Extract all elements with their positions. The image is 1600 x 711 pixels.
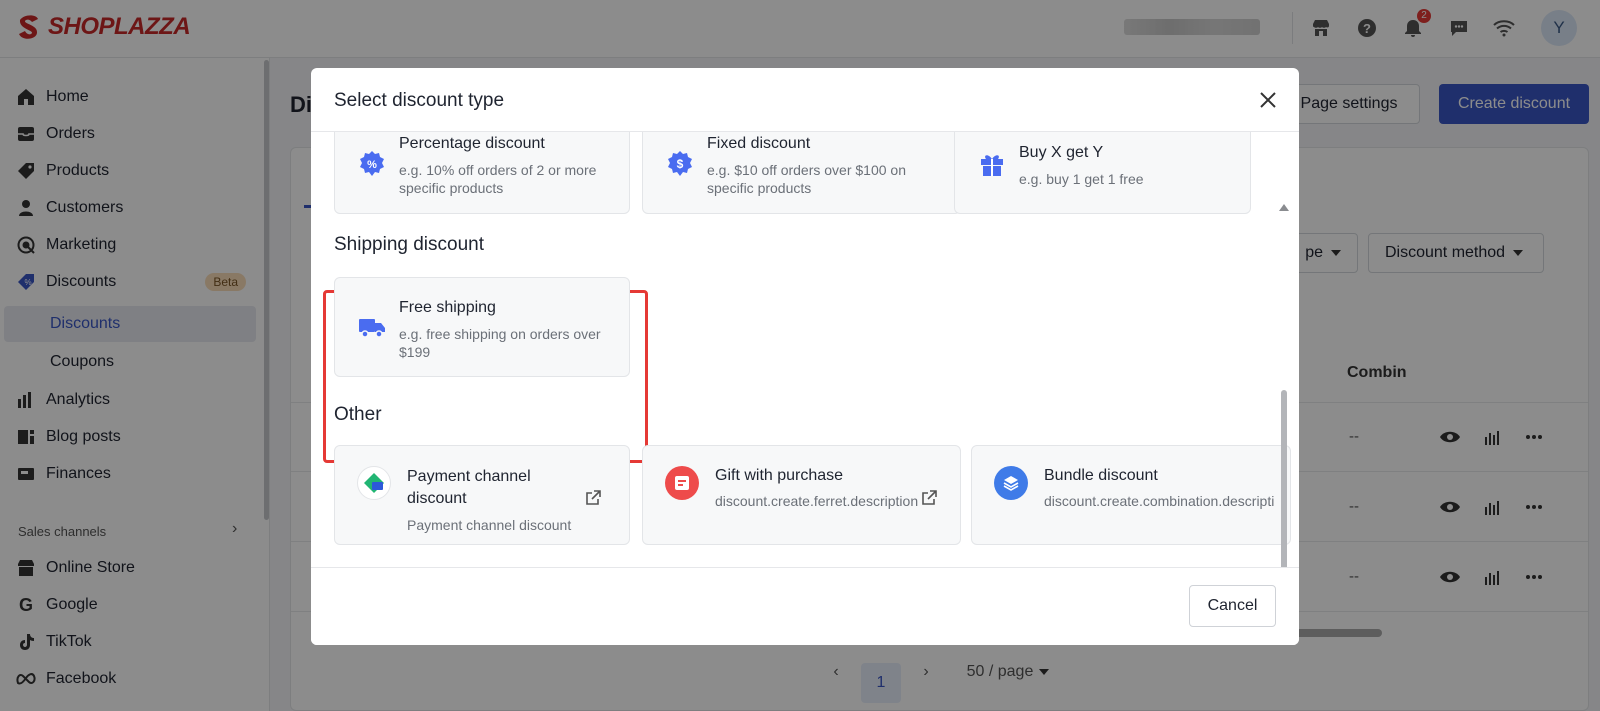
modal-footer: Cancel <box>311 567 1299 645</box>
scroll-up-arrow-icon[interactable] <box>1279 204 1289 211</box>
card-title: Payment channel discount <box>407 468 531 507</box>
card-title: Percentage discount <box>399 135 545 152</box>
cancel-button[interactable]: Cancel <box>1189 585 1276 627</box>
card-fixed-discount[interactable]: $ Fixed discount e.g. $10 off orders ove… <box>642 132 961 214</box>
card-title: Buy X get Y <box>1019 144 1104 161</box>
bundle-icon <box>994 466 1028 500</box>
percent-badge-icon: % <box>357 149 387 179</box>
select-discount-type-modal: Select discount type % Percentage discou… <box>311 68 1299 645</box>
modal-header: Select discount type <box>311 68 1299 132</box>
card-title: Free shipping <box>399 299 496 316</box>
gift-icon <box>977 149 1007 179</box>
payment-channel-icon <box>357 466 391 500</box>
external-link-icon[interactable] <box>585 490 601 506</box>
modal-title: Select discount type <box>334 90 505 111</box>
card-description: discount.create.ferret.description <box>715 493 919 509</box>
section-heading-shipping: Shipping discount <box>334 234 484 255</box>
close-icon[interactable] <box>1256 88 1280 112</box>
modal-body: % Percentage discount e.g. 10% off order… <box>311 132 1299 621</box>
card-description: Payment channel discount <box>407 517 572 533</box>
external-link-icon[interactable] <box>921 490 937 506</box>
card-bundle-discount[interactable]: Bundle discount discount.create.combinat… <box>971 445 1291 545</box>
dollar-badge-icon: $ <box>665 149 695 179</box>
card-percentage-discount[interactable]: % Percentage discount e.g. 10% off order… <box>334 132 630 214</box>
card-description: e.g. $10 off orders over $100 on specifi… <box>707 162 906 196</box>
card-description: e.g. free shipping on orders over $199 <box>399 326 601 360</box>
card-title: Gift with purchase <box>715 467 844 484</box>
gift-purchase-icon <box>665 466 699 500</box>
card-description: e.g. buy 1 get 1 free <box>1019 171 1144 187</box>
truck-icon <box>357 312 387 342</box>
card-description: e.g. 10% off orders of 2 or more specifi… <box>399 162 597 196</box>
card-payment-channel-discount[interactable]: Payment channel discount Payment channel… <box>334 445 630 545</box>
modal-vertical-scrollbar[interactable] <box>1281 390 1287 576</box>
svg-text:$: $ <box>677 157 684 171</box>
card-title: Bundle discount <box>1044 467 1158 484</box>
card-description: discount.create.combination.description <box>1044 493 1274 509</box>
card-title: Fixed discount <box>707 135 811 152</box>
section-heading-other: Other <box>334 404 382 425</box>
card-free-shipping[interactable]: Free shipping e.g. free shipping on orde… <box>334 277 630 377</box>
card-gift-with-purchase[interactable]: Gift with purchase discount.create.ferre… <box>642 445 961 545</box>
svg-text:%: % <box>367 159 377 171</box>
card-buy-x-get-y[interactable]: Buy X get Y e.g. buy 1 get 1 free <box>954 132 1251 214</box>
